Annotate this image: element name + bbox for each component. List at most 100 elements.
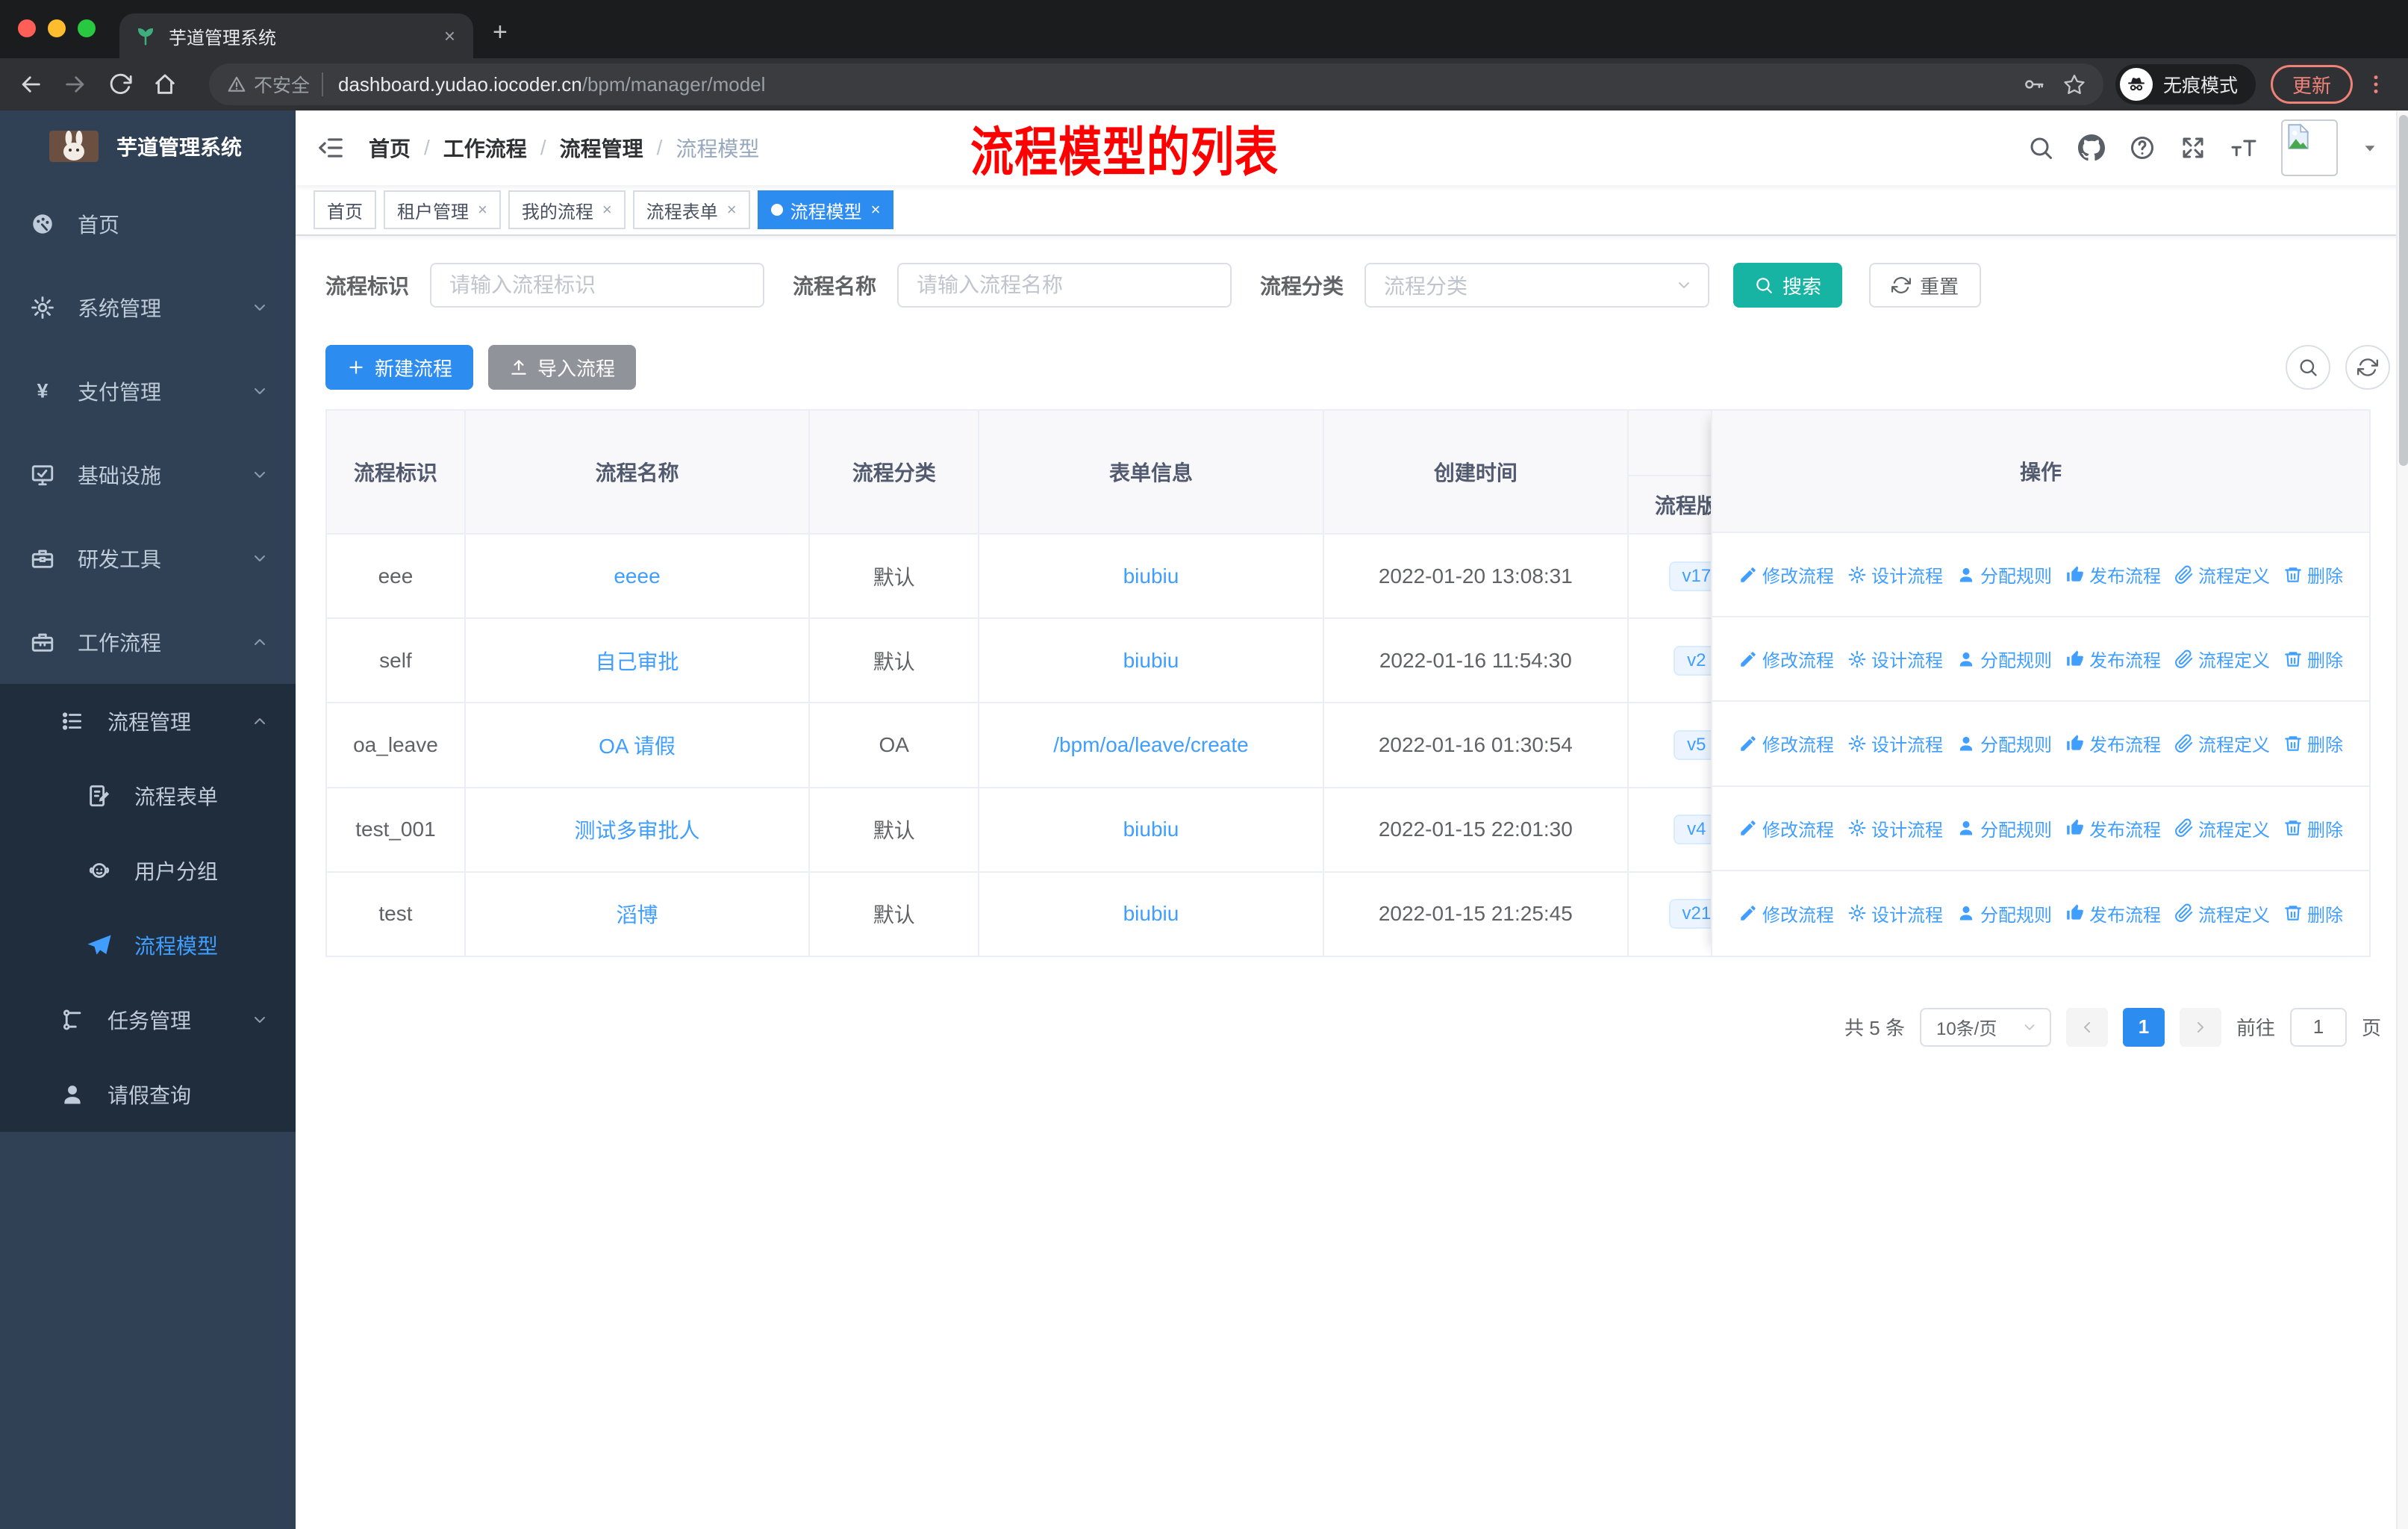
page-size-select[interactable]: 10条/页 [1919, 1007, 2051, 1047]
action-assign-rule-link[interactable]: 分配规则 [1956, 900, 2052, 927]
action-delete-link[interactable]: 删除 [2283, 815, 2343, 841]
browser-menu-icon[interactable] [2365, 73, 2387, 96]
form-link[interactable]: biubiu [1123, 902, 1179, 925]
forward-icon[interactable] [63, 72, 88, 97]
key-icon[interactable] [2023, 73, 2045, 96]
action-delete-link[interactable]: 删除 [2283, 561, 2343, 588]
action-delete-link[interactable]: 删除 [2283, 646, 2343, 672]
page-scrollbar[interactable] [2396, 110, 2408, 1529]
action-assign-rule-link[interactable]: 分配规则 [1956, 561, 2052, 588]
back-icon[interactable] [18, 72, 43, 97]
sidebar-item-infrastructure[interactable]: 基础设施 [0, 433, 296, 517]
scrollbar-thumb[interactable] [2399, 115, 2408, 466]
sidebar-item-payment[interactable]: ¥ 支付管理 [0, 349, 296, 433]
action-deploy-link[interactable]: 发布流程 [2065, 815, 2161, 841]
prev-page-button[interactable] [2065, 1007, 2108, 1047]
reload-icon[interactable] [107, 72, 133, 97]
search-icon[interactable] [2027, 134, 2054, 161]
process-name-link[interactable]: 自己审批 [596, 650, 679, 673]
action-deploy-link[interactable]: 发布流程 [2065, 730, 2161, 756]
action-definition-link[interactable]: 流程定义 [2174, 646, 2270, 672]
action-design-link[interactable]: 设计流程 [1847, 646, 1943, 672]
action-design-link[interactable]: 设计流程 [1847, 900, 1943, 927]
new-tab-button[interactable]: + [493, 18, 508, 47]
bookmark-star-icon[interactable] [2063, 73, 2086, 96]
breadcrumb-process-management[interactable]: 流程管理 [560, 133, 643, 163]
action-definition-link[interactable]: 流程定义 [2174, 730, 2270, 756]
browser-tab[interactable]: 芋道管理系统 × [119, 13, 473, 58]
action-delete-link[interactable]: 删除 [2283, 730, 2343, 756]
process-name-link[interactable]: OA 请假 [599, 735, 676, 758]
sidebar-item-system[interactable]: 系统管理 [0, 266, 296, 349]
process-name-link[interactable]: 测试多审批人 [575, 819, 700, 842]
action-definition-link[interactable]: 流程定义 [2174, 815, 2270, 841]
create-process-button[interactable]: 新建流程 [325, 345, 474, 390]
next-page-button[interactable] [2179, 1007, 2221, 1047]
process-name-link[interactable]: 滔博 [617, 903, 658, 927]
close-icon[interactable]: × [478, 200, 487, 219]
sidebar-item-workflow[interactable]: 工作流程 [0, 600, 296, 684]
breadcrumb-home[interactable]: 首页 [369, 133, 411, 163]
sidebar-item-home[interactable]: 首页 [0, 182, 296, 266]
form-link[interactable]: biubiu [1123, 649, 1179, 672]
process-key-input[interactable] [430, 263, 765, 308]
chevron-down-icon[interactable] [2362, 140, 2378, 156]
search-button[interactable]: 搜索 [1733, 263, 1843, 308]
close-icon[interactable]: × [871, 200, 881, 219]
action-assign-rule-link[interactable]: 分配规则 [1956, 646, 2052, 672]
sidebar-item-process-model[interactable]: 流程模型 [0, 908, 296, 983]
action-assign-rule-link[interactable]: 分配规则 [1956, 730, 2052, 756]
action-definition-link[interactable]: 流程定义 [2174, 561, 2270, 588]
form-link[interactable]: biubiu [1123, 564, 1179, 588]
sidebar-item-task-management[interactable]: 任务管理 [0, 983, 296, 1057]
avatar[interactable] [2281, 119, 2338, 176]
process-name-link[interactable]: eeee [614, 564, 660, 588]
action-design-link[interactable]: 设计流程 [1847, 730, 1943, 756]
fullscreen-icon[interactable] [2180, 134, 2206, 161]
close-window-button[interactable] [18, 19, 36, 37]
tab-my-process[interactable]: 我的流程 × [508, 190, 626, 229]
sidebar-item-process-management[interactable]: 流程管理 [0, 684, 296, 759]
action-assign-rule-link[interactable]: 分配规则 [1956, 815, 2052, 841]
reset-button[interactable]: 重置 [1869, 263, 1982, 308]
form-link[interactable]: biubiu [1123, 818, 1179, 841]
action-deploy-link[interactable]: 发布流程 [2065, 900, 2161, 927]
show-search-button[interactable] [2286, 345, 2330, 390]
action-edit-link[interactable]: 修改流程 [1738, 900, 1834, 927]
update-button[interactable]: 更新 [2270, 65, 2353, 104]
action-edit-link[interactable]: 修改流程 [1738, 561, 1834, 588]
home-icon[interactable] [152, 72, 178, 97]
sidebar-item-leave-query[interactable]: 请假查询 [0, 1057, 296, 1132]
action-design-link[interactable]: 设计流程 [1847, 561, 1943, 588]
breadcrumb-workflow[interactable]: 工作流程 [443, 133, 527, 163]
sidebar-item-devtools[interactable]: 研发工具 [0, 517, 296, 600]
sidebar-fold-icon[interactable] [316, 134, 345, 162]
form-link[interactable]: /bpm/oa/leave/create [1053, 733, 1249, 756]
action-design-link[interactable]: 设计流程 [1847, 815, 1943, 841]
sidebar-item-process-form[interactable]: 流程表单 [0, 759, 296, 833]
close-icon[interactable]: × [602, 200, 612, 219]
address-bar[interactable]: 不安全 dashboard.yudao.iocoder.cn/bpm/manag… [209, 63, 2103, 105]
github-icon[interactable] [2078, 134, 2105, 161]
action-edit-link[interactable]: 修改流程 [1738, 646, 1834, 672]
font-size-icon[interactable] [2230, 134, 2257, 161]
import-process-button[interactable]: 导入流程 [488, 345, 637, 390]
tab-process-form[interactable]: 流程表单 × [632, 190, 750, 229]
minimize-window-button[interactable] [48, 19, 66, 37]
tab-home[interactable]: 首页 [314, 190, 376, 229]
help-icon[interactable] [2129, 134, 2156, 161]
process-name-input[interactable] [897, 263, 1232, 308]
action-edit-link[interactable]: 修改流程 [1738, 730, 1834, 756]
current-page-button[interactable]: 1 [2122, 1007, 2165, 1047]
category-select[interactable]: 流程分类 [1364, 263, 1710, 308]
goto-page-input[interactable] [2289, 1007, 2347, 1047]
close-icon[interactable]: × [727, 200, 737, 219]
tab-tenant[interactable]: 租户管理 × [384, 190, 501, 229]
sidebar-item-user-group[interactable]: 用户分组 [0, 833, 296, 908]
action-deploy-link[interactable]: 发布流程 [2065, 646, 2161, 672]
action-delete-link[interactable]: 删除 [2283, 900, 2343, 927]
tab-process-model[interactable]: 流程模型 × [757, 190, 894, 229]
close-tab-icon[interactable]: × [441, 25, 458, 48]
action-definition-link[interactable]: 流程定义 [2174, 900, 2270, 927]
maximize-window-button[interactable] [78, 19, 96, 37]
